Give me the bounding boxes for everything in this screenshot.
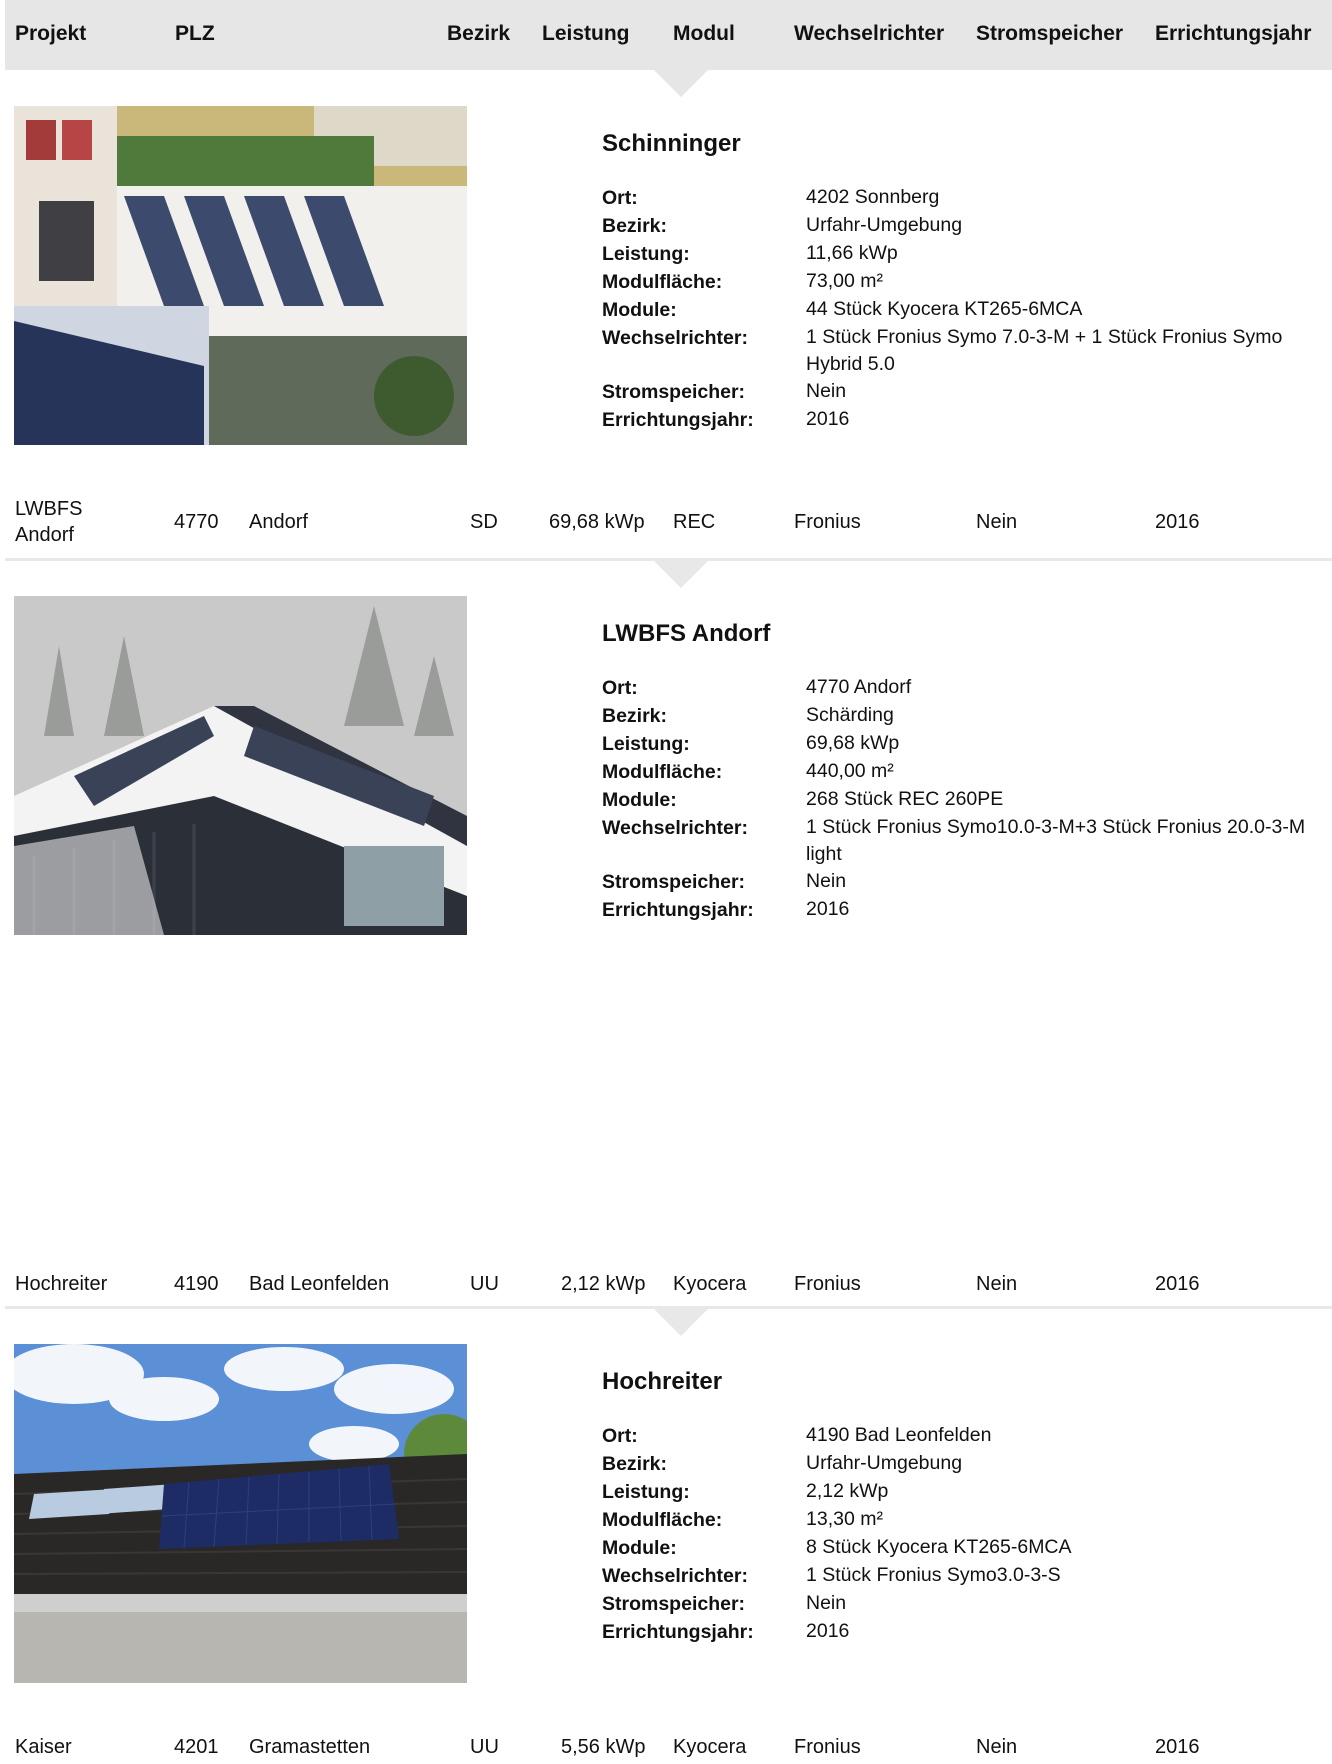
cell-ort: Andorf xyxy=(249,511,308,533)
value-leistung: 69,68 kWp xyxy=(806,732,900,754)
cell-wechselrichter: Fronius xyxy=(794,1273,861,1295)
value-stromspeicher: Nein xyxy=(806,1592,847,1614)
cell-modul: REC xyxy=(673,511,716,533)
label-ort: Ort: xyxy=(602,1425,638,1447)
value-modulflaeche: 73,00 m² xyxy=(806,270,883,292)
cell-ort: Bad Leonfelden xyxy=(249,1273,390,1295)
value-module: 44 Stück Kyocera KT265-6MCA xyxy=(806,298,1083,320)
value-wechselrichter: 1 Stück Fronius Symo 7.0-3-M + 1 Stück F… xyxy=(806,326,1283,375)
cell-leistung: 5,56 kWp xyxy=(561,1736,646,1758)
value-errichtungsjahr: 2016 xyxy=(806,898,850,920)
project-photo-schinninger[interactable] xyxy=(14,106,467,445)
value-stromspeicher: Nein xyxy=(806,380,847,402)
project-title: Schinninger xyxy=(602,130,741,157)
cell-plz: 4201 xyxy=(174,1736,219,1758)
label-ort: Ort: xyxy=(602,677,638,699)
value-module: 268 Stück REC 260PE xyxy=(806,788,1004,810)
value-modulflaeche: 440,00 m² xyxy=(806,760,894,782)
cell-stromspeicher: Nein xyxy=(976,1273,1018,1295)
cell-errichtungsjahr: 2016 xyxy=(1155,1736,1200,1758)
value-bezirk: Urfahr-Umgebung xyxy=(806,1452,963,1474)
cell-bezirk: UU xyxy=(470,1736,499,1758)
value-stromspeicher: Nein xyxy=(806,870,847,892)
cell-leistung: 2,12 kWp xyxy=(561,1273,646,1295)
label-wechselrichter: Wechselrichter: xyxy=(602,327,748,349)
column-header-leistung[interactable]: Leistung xyxy=(542,22,630,46)
cell-ort: Gramastetten xyxy=(249,1736,371,1758)
label-ort: Ort: xyxy=(602,187,638,209)
cell-wechselrichter: Fronius xyxy=(794,1736,861,1758)
value-ort: 4770 Andorf xyxy=(806,676,912,698)
column-header-bezirk[interactable]: Bezirk xyxy=(447,22,510,46)
value-modulflaeche: 13,30 m² xyxy=(806,1508,883,1530)
table-header: Projekt PLZ Bezirk Leistung Modul Wechse… xyxy=(5,0,1332,70)
cell-plz: 4190 xyxy=(174,1273,219,1295)
value-ort: 4202 Sonnberg xyxy=(806,186,940,208)
value-wechselrichter: 1 Stück Fronius Symo3.0-3-S xyxy=(806,1564,1061,1586)
label-leistung: Leistung: xyxy=(602,1481,690,1503)
label-module: Module: xyxy=(602,1537,677,1559)
cell-errichtungsjahr: 2016 xyxy=(1155,1273,1200,1295)
value-bezirk: Urfahr-Umgebung xyxy=(806,214,963,236)
label-bezirk: Bezirk: xyxy=(602,705,668,727)
cell-stromspeicher: Nein xyxy=(976,1736,1018,1758)
label-module: Module: xyxy=(602,789,677,811)
cell-stromspeicher: Nein xyxy=(976,511,1018,533)
photo-image xyxy=(14,596,467,935)
label-wechselrichter: Wechselrichter: xyxy=(602,1565,748,1587)
cell-bezirk: UU xyxy=(470,1273,499,1295)
label-modulflaeche: Modulfläche: xyxy=(602,1509,723,1531)
label-errichtungsjahr: Errichtungsjahr: xyxy=(602,1621,754,1643)
expand-indicator xyxy=(654,70,708,97)
cell-projekt: LWBFS Andorf xyxy=(15,498,83,546)
column-header-modul[interactable]: Modul xyxy=(673,22,735,46)
label-stromspeicher: Stromspeicher: xyxy=(602,871,746,893)
label-wechselrichter: Wechselrichter: xyxy=(602,817,748,839)
photo-image xyxy=(14,1344,467,1683)
cell-projekt: Kaiser xyxy=(15,1736,72,1758)
label-errichtungsjahr: Errichtungsjahr: xyxy=(602,409,754,431)
project-title: LWBFS Andorf xyxy=(602,620,771,647)
value-leistung: 2,12 kWp xyxy=(806,1480,889,1502)
value-wechselrichter: 1 Stück Fronius Symo10.0-3-M+3 Stück Fro… xyxy=(806,816,1306,865)
expand-indicator xyxy=(654,1309,708,1336)
value-ort: 4190 Bad Leonfelden xyxy=(806,1424,992,1446)
column-header-projekt[interactable]: Projekt xyxy=(15,22,86,46)
value-module: 8 Stück Kyocera KT265-6MCA xyxy=(806,1536,1072,1558)
label-bezirk: Bezirk: xyxy=(602,215,668,237)
photo-image xyxy=(14,106,467,445)
project-title: Hochreiter xyxy=(602,1368,723,1395)
label-bezirk: Bezirk: xyxy=(602,1453,668,1475)
cell-bezirk: SD xyxy=(470,511,498,533)
label-module: Module: xyxy=(602,299,677,321)
cell-leistung: 69,68 kWp xyxy=(549,511,645,533)
column-header-stromspeicher[interactable]: Stromspeicher xyxy=(976,22,1123,46)
value-errichtungsjahr: 2016 xyxy=(806,408,850,430)
value-bezirk: Schärding xyxy=(806,704,894,726)
project-details-lwbfs-andorf: LWBFS Andorf Ort: 4770 Andorf Bezirk: Schä… xyxy=(602,620,1322,924)
label-stromspeicher: Stromspeicher: xyxy=(602,381,746,403)
label-stromspeicher: Stromspeicher: xyxy=(602,1593,746,1615)
column-header-plz[interactable]: PLZ xyxy=(175,22,215,46)
project-photo-hochreiter[interactable] xyxy=(14,1344,467,1683)
expand-indicator xyxy=(654,561,708,588)
label-errichtungsjahr: Errichtungsjahr: xyxy=(602,899,754,921)
cell-modul: Kyocera xyxy=(673,1273,747,1295)
value-leistung: 11,66 kWp xyxy=(806,242,898,264)
project-details-schinninger: Schinninger Ort: 4202 Sonnberg Bezirk: Urf… xyxy=(602,130,1322,434)
column-header-wechselrichter[interactable]: Wechselrichter xyxy=(794,22,944,46)
cell-modul: Kyocera xyxy=(673,1736,747,1758)
label-modulflaeche: Modulfläche: xyxy=(602,761,723,783)
cell-projekt: Hochreiter xyxy=(15,1273,108,1295)
value-errichtungsjahr: 2016 xyxy=(806,1620,850,1642)
column-header-errichtungsjahr[interactable]: Errichtungsjahr xyxy=(1155,22,1311,46)
label-leistung: Leistung: xyxy=(602,243,690,265)
cell-errichtungsjahr: 2016 xyxy=(1155,511,1200,533)
cell-wechselrichter: Fronius xyxy=(794,511,861,533)
cell-plz: 4770 xyxy=(174,511,219,533)
label-modulflaeche: Modulfläche: xyxy=(602,271,723,293)
project-details-hochreiter: Hochreiter Ort: 4190 Bad Leonfelden Bezir… xyxy=(602,1368,1322,1646)
label-leistung: Leistung: xyxy=(602,733,690,755)
project-photo-lwbfs-andorf[interactable] xyxy=(14,596,467,935)
